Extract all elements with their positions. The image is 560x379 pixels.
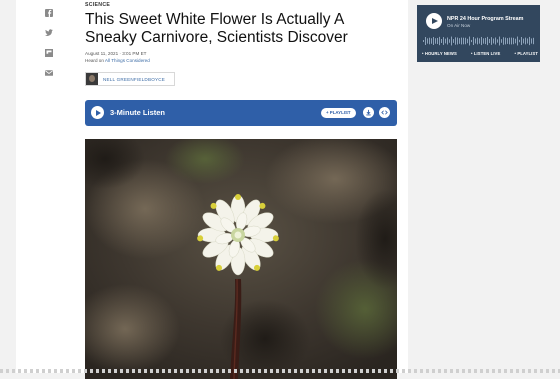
waveform-bar <box>435 38 436 44</box>
author-name[interactable]: NELL GREENFIELDBOYCE <box>98 77 165 82</box>
add-to-playlist-button[interactable]: + PLAYLIST <box>321 108 356 118</box>
waveform-bar <box>493 38 494 44</box>
waveform-bar <box>509 37 510 45</box>
waveform-bar <box>497 39 498 43</box>
play-icon[interactable] <box>91 106 104 119</box>
dateline: August 11, 2021 · 3:01 PM ET <box>85 51 147 56</box>
waveform-bar <box>503 37 504 45</box>
waveform-bar <box>443 37 444 45</box>
share-rail <box>44 8 56 88</box>
waveform-bar <box>469 36 470 46</box>
waveform-bar <box>467 38 468 44</box>
page-bottom-divider <box>0 369 560 373</box>
waveform-bar <box>457 37 458 45</box>
waveform-bar <box>445 38 446 44</box>
waveform-bar <box>519 39 520 43</box>
waveform-bar <box>527 38 528 44</box>
waveform-bar <box>447 37 448 45</box>
waveform-bar <box>455 37 456 45</box>
waveform-bar <box>479 38 480 44</box>
stream-title[interactable]: NPR 24 Hour Program Stream <box>447 16 523 22</box>
waveform-bar <box>485 37 486 45</box>
stream-links: • HOURLY NEWS • LISTEN LIVE • PLAYLIST <box>422 51 538 56</box>
facebook-icon[interactable] <box>44 8 54 18</box>
waveform-bar <box>521 37 522 45</box>
waveform-bar <box>475 38 476 44</box>
audio-player: 3-Minute Listen + PLAYLIST <box>85 100 397 126</box>
author-avatar <box>86 73 98 85</box>
stream-play-icon[interactable] <box>426 13 442 29</box>
live-stream-player: NPR 24 Hour Program Stream On Air Now • … <box>417 5 540 62</box>
waveform-bar <box>507 38 508 44</box>
waveform-bar <box>525 37 526 45</box>
waveform-bar <box>439 36 440 46</box>
hourly-news-link[interactable]: • HOURLY NEWS <box>422 51 457 56</box>
waveform-bar <box>489 38 490 44</box>
waveform-bar <box>477 37 478 45</box>
flipboard-icon[interactable] <box>44 48 54 58</box>
waveform <box>423 36 534 46</box>
heard-on: Heard on All Things Considered <box>85 58 150 63</box>
twitter-icon[interactable] <box>44 28 54 38</box>
waveform-bar <box>441 39 442 43</box>
waveform-bar <box>429 37 430 45</box>
waveform-bar <box>491 37 492 45</box>
stream-subtitle: On Air Now <box>447 23 471 28</box>
flower-photo <box>85 139 397 379</box>
waveform-bar <box>431 38 432 44</box>
waveform-bar <box>471 39 472 43</box>
embed-icon[interactable] <box>379 107 390 118</box>
waveform-bar <box>453 39 454 43</box>
listen-label[interactable]: 3-Minute Listen <box>110 108 165 117</box>
waveform-bar <box>461 37 462 45</box>
listen-live-link[interactable]: • LISTEN LIVE <box>471 51 500 56</box>
waveform-bar <box>495 37 496 45</box>
waveform-bar <box>517 36 518 46</box>
waveform-bar <box>451 36 452 46</box>
waveform-bar <box>531 38 532 44</box>
waveform-bar <box>483 38 484 44</box>
waveform-bar <box>501 39 502 43</box>
waveform-bar <box>473 37 474 45</box>
waveform-bar <box>487 36 488 46</box>
byline[interactable]: NELL GREENFIELDBOYCE <box>85 72 175 86</box>
waveform-bar <box>465 37 466 45</box>
waveform-bar <box>437 37 438 45</box>
waveform-bar <box>481 36 482 46</box>
download-icon[interactable] <box>363 107 374 118</box>
section-slug[interactable]: SCIENCE <box>85 2 110 8</box>
waveform-bar <box>523 38 524 44</box>
waveform-bar <box>529 36 530 46</box>
waveform-bar <box>423 40 424 42</box>
waveform-bar <box>513 37 514 45</box>
heard-on-prefix: Heard on <box>85 58 105 63</box>
waveform-bar <box>427 38 428 44</box>
waveform-bar <box>505 37 506 45</box>
waveform-bar <box>449 39 450 43</box>
waveform-bar <box>463 37 464 45</box>
email-icon[interactable] <box>44 68 54 78</box>
headline: This Sweet White Flower Is Actually A Sn… <box>85 11 348 46</box>
program-link[interactable]: All Things Considered <box>105 58 150 63</box>
waveform-bar <box>433 37 434 45</box>
waveform-bar <box>425 37 426 45</box>
waveform-bar <box>515 38 516 44</box>
waveform-bar <box>499 36 500 46</box>
waveform-bar <box>459 38 460 44</box>
waveform-bar <box>511 37 512 45</box>
waveform-bar <box>533 37 534 45</box>
playlist-link[interactable]: • PLAYLIST <box>515 51 539 56</box>
